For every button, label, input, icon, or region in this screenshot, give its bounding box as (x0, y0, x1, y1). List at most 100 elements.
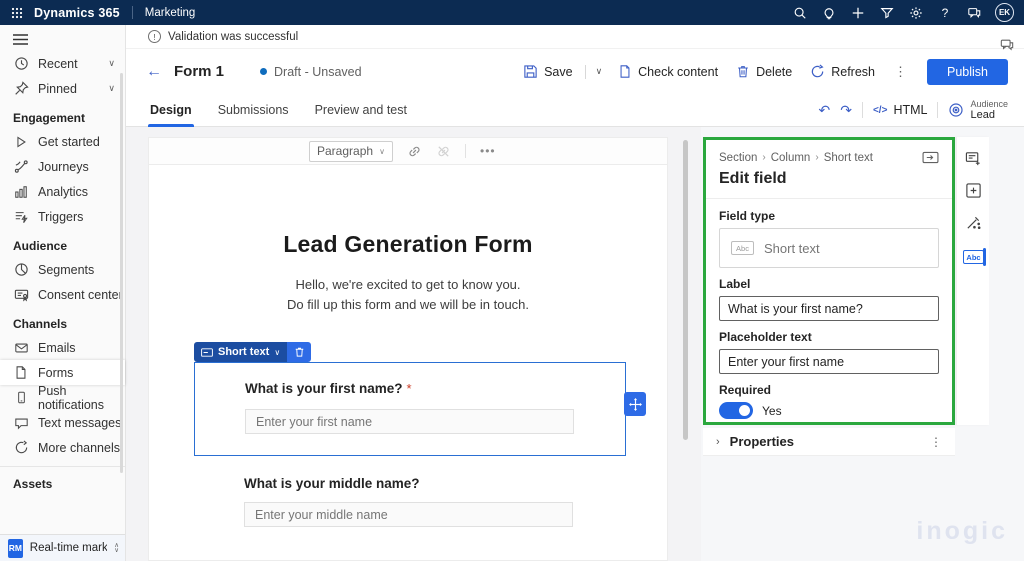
app-title[interactable]: Dynamics 365 (34, 6, 120, 20)
search-icon[interactable] (792, 5, 808, 21)
required-toggle[interactable] (719, 402, 753, 419)
more-format-options-icon[interactable]: ••• (480, 144, 496, 158)
sidebar-item-label: Forms (38, 365, 74, 380)
back-arrow-icon[interactable]: ← (146, 63, 162, 81)
sidebar-collapse-icon[interactable] (0, 25, 125, 51)
required-label: Required (719, 383, 772, 397)
app-area-name[interactable]: Marketing (145, 7, 196, 19)
redo-icon[interactable]: ↷ (840, 102, 852, 119)
area-switcher[interactable]: RM Real-time marketi... ∧∨ (0, 534, 125, 561)
sidebar-item-recent[interactable]: Recent ∨ (0, 51, 125, 76)
field-type-chip-label[interactable]: Short text ∨ (194, 342, 288, 363)
sidebar-item-label: Consent center (38, 287, 123, 302)
sidebar-item-forms[interactable]: Forms (0, 360, 125, 385)
html-view-button[interactable]: </> HTML (873, 103, 928, 117)
sidebar-item-pinned[interactable]: Pinned ∨ (0, 76, 125, 101)
add-section-icon[interactable] (965, 182, 982, 199)
placeholder-input[interactable] (719, 349, 939, 374)
filter-icon[interactable] (879, 5, 895, 21)
tab-design[interactable]: Design (148, 94, 194, 127)
required-asterisk: * (406, 381, 412, 397)
label-input[interactable] (719, 296, 939, 321)
sidebar-item-journeys[interactable]: Journeys (0, 154, 125, 179)
chevron-down-icon[interactable]: ∨ (108, 83, 115, 94)
check-content-button[interactable]: Check content (611, 59, 725, 84)
canvas-scrollbar[interactable] (683, 140, 688, 440)
consent-certificate-icon (13, 287, 29, 303)
sidebar-item-label: Journeys (38, 159, 89, 174)
breadcrumb-short-text[interactable]: Short text (824, 152, 873, 164)
add-element-icon[interactable] (965, 150, 982, 167)
sidebar-item-label: Emails (38, 340, 76, 355)
tab-field-properties-abc-icon[interactable]: Abc (963, 250, 984, 264)
record-status: Draft - Unsaved (260, 65, 362, 79)
add-plus-icon[interactable] (850, 5, 866, 21)
chevron-right-icon: › (716, 435, 720, 448)
sidebar-item-push-notifications[interactable]: Push notifications (0, 383, 125, 412)
refresh-button[interactable]: Refresh (803, 59, 882, 84)
lightbulb-icon[interactable] (821, 5, 837, 21)
sidebar-item-triggers[interactable]: Triggers (0, 204, 125, 229)
breadcrumb-section[interactable]: Section (719, 152, 757, 164)
field-type-chip[interactable]: Short text ∨ (194, 342, 312, 363)
properties-more-icon[interactable]: ⋮ (930, 435, 942, 449)
field-type-value: Short text (764, 240, 820, 256)
placeholder-text-label: Placeholder text (719, 330, 812, 344)
pie-segments-icon (13, 262, 29, 278)
sidebar-item-more-channels[interactable]: More channels (0, 435, 125, 460)
field-type-selector[interactable]: Abc Short text (719, 228, 939, 268)
sidebar-scrollbar[interactable] (120, 73, 123, 473)
sidebar-item-label: Push notifications (38, 383, 105, 412)
collapse-panel-icon[interactable] (922, 151, 939, 164)
save-split-chevron-icon[interactable]: ∨ (591, 62, 608, 81)
form-intro-paragraph[interactable]: Hello, we're excited to get to know you.… (149, 275, 667, 315)
field-block-2[interactable]: What is your middle name? (244, 476, 626, 528)
teams-chat-icon[interactable] (966, 5, 982, 21)
sidebar-item-label: Get started (38, 134, 100, 149)
move-field-handle[interactable] (624, 392, 646, 417)
sidebar-item-consent-center[interactable]: Consent center (0, 282, 125, 307)
publish-button[interactable]: Publish (927, 58, 1008, 85)
bar-chart-icon (13, 184, 29, 200)
tools-divider (861, 102, 863, 118)
help-icon[interactable]: ? (937, 5, 953, 21)
sidebar-item-text-messages[interactable]: Text messages (0, 410, 125, 435)
link-icon[interactable] (407, 144, 422, 159)
sidebar-group-channels: Channels (13, 317, 68, 331)
sidebar-item-emails[interactable]: Emails (0, 335, 125, 360)
triggers-lightning-icon (13, 209, 29, 225)
user-avatar[interactable]: EK (995, 3, 1014, 22)
validation-message: Validation was successful (168, 30, 299, 43)
tab-submissions[interactable]: Submissions (218, 94, 289, 127)
sidebar-item-segments[interactable]: Segments (0, 257, 125, 282)
sidebar-item-get-started[interactable]: Get started (0, 129, 125, 154)
breadcrumb-column[interactable]: Column (771, 152, 811, 164)
settings-gear-icon[interactable] (908, 5, 924, 21)
field-type-label: Field type (719, 209, 776, 223)
save-button[interactable]: Save (516, 59, 580, 84)
undo-icon[interactable]: ↶ (819, 102, 831, 119)
more-commands-icon[interactable]: ⋮ (886, 62, 915, 82)
paragraph-style-select[interactable]: Paragraph ∨ (309, 140, 393, 162)
required-value: Yes (762, 403, 782, 418)
form-heading[interactable]: Lead Generation Form (149, 231, 667, 258)
chevron-down-icon[interactable]: ∨ (108, 58, 115, 69)
selected-field[interactable]: What is your first name? * (194, 362, 646, 457)
unlink-icon[interactable] (436, 144, 451, 159)
inogic-watermark: inogic (916, 517, 1008, 545)
theme-wand-icon[interactable] (965, 214, 982, 231)
field1-input[interactable] (245, 409, 574, 435)
delete-field-button[interactable] (287, 342, 312, 363)
audience-selector[interactable]: Audience Lead (948, 99, 1008, 121)
delete-button[interactable]: Delete (729, 59, 799, 84)
target-icon (949, 103, 964, 117)
record-title: Form 1 (174, 63, 225, 80)
sidebar-item-analytics[interactable]: Analytics (0, 179, 125, 204)
properties-section-header[interactable]: › Properties ⋮ (703, 428, 955, 456)
feedback-icon[interactable] (999, 38, 1015, 52)
tab-preview-and-test[interactable]: Preview and test (315, 94, 407, 127)
status-dot-icon (260, 68, 268, 75)
field2-input[interactable] (244, 502, 573, 528)
app-launcher-waffle-icon[interactable] (0, 7, 34, 19)
form-canvas: Paragraph ∨ ••• Lead Generation Form Hel… (148, 137, 668, 561)
